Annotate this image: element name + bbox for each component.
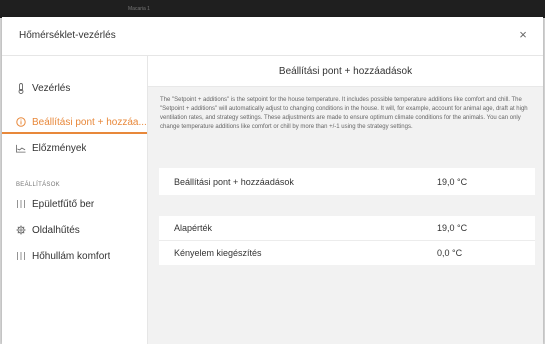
close-icon: × [519,27,527,42]
main-panel: Beállítási pont + hozzáadások The "Setpo… [148,56,543,344]
sidebar-item-label: Épületfűtő ber [32,198,95,210]
sidebar-item-side-cooling[interactable]: Oldalhűtés [2,218,147,242]
detail-row-comfort-addition: Kényelem kiegészítés 0,0 °C [159,240,535,265]
chart-line-icon [16,143,26,153]
sidebar-item-label: Oldalhűtés [32,224,80,236]
detail-value: 19,0 °C [437,223,468,233]
sidebar-item-label: Hőhullám komfort [32,250,111,262]
heater-icon [16,251,26,261]
summary-card: Beállítási pont + hozzáadások 19,0 °C [159,168,535,195]
sidebar-item-heatwave-comfort[interactable]: Hőhullám komfort [2,244,147,268]
dialog-title: Hőmérséklet-vezérlés [19,30,116,41]
summary-row: Beállítási pont + hozzáadások 19,0 °C [159,168,535,195]
summary-value: 19,0 °C [437,176,468,187]
gear-icon [16,225,26,235]
dialog-header: Hőmérséklet-vezérlés × [2,17,543,56]
description-text: The "Setpoint + additions" is the setpoi… [160,97,528,130]
sidebar-item-control[interactable]: Vezérlés [2,76,147,100]
summary-label: Beállítási pont + hozzáadások [174,176,294,187]
detail-value: 0,0 °C [437,248,463,258]
temperature-control-dialog: Hőmérséklet-vezérlés × Vezérlés Beállítá… [2,17,543,344]
sidebar-item-setpoint-additions[interactable]: Beállítási pont + hozzáa... [2,110,147,134]
sidebar-item-label: Előzmények [32,142,87,154]
sidebar-item-label: Vezérlés [32,82,71,94]
detail-row-base-value: Alapérték 19,0 °C [159,216,535,240]
app-top-bar: Macaria 1 [0,0,545,18]
thermometer-icon [16,82,26,94]
info-circle-icon [16,117,26,127]
heater-icon [16,199,26,209]
sidebar-item-building-heater[interactable]: Épületfűtő ber [2,192,147,216]
page-title: Beállítási pont + hozzáadások [148,56,543,87]
sidebar: Vezérlés Beállítási pont + hozzáa... Elő… [2,56,148,344]
sidebar-item-history[interactable]: Előzmények [2,136,147,160]
close-button[interactable]: × [515,27,531,43]
top-bar-text: Macaria 1 [128,6,150,12]
sidebar-item-label: Beállítási pont + hozzáa... [32,116,147,128]
detail-label: Alapérték [174,223,213,233]
details-card: Alapérték 19,0 °C Kényelem kiegészítés 0… [159,216,535,265]
detail-label: Kényelem kiegészítés [174,248,262,258]
settings-section-label: BEÁLLÍTÁSOK [16,182,60,188]
